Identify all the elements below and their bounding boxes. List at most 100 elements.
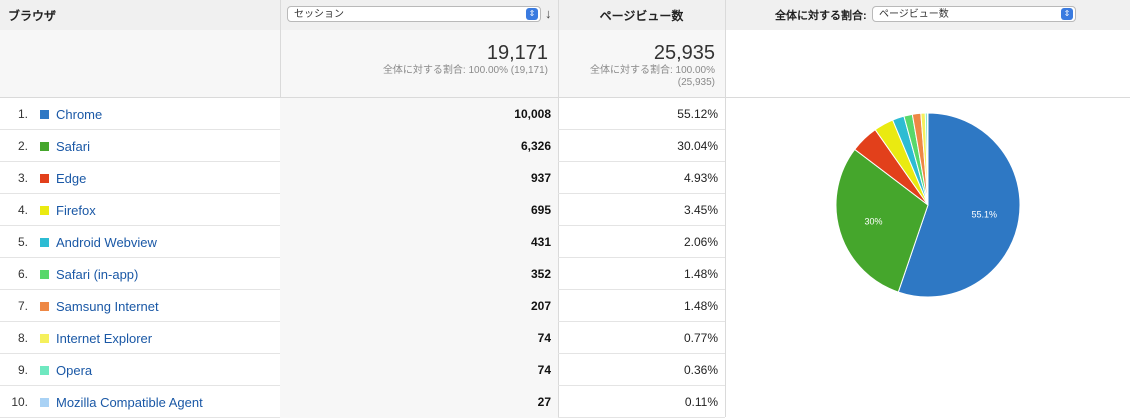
sessions-cell: 431 bbox=[280, 226, 558, 258]
row-rank: 1. bbox=[17, 107, 28, 121]
table-row: 2. Safari 6,326 30.04% bbox=[0, 130, 725, 162]
pageviews-pct: 2.06% bbox=[683, 235, 718, 249]
pageviews-pct: 0.36% bbox=[683, 363, 718, 377]
pageviews-cell: 3.45% bbox=[558, 194, 725, 226]
dimension-header[interactable]: ブラウザ bbox=[8, 7, 56, 24]
pageviews-cell: 0.36% bbox=[558, 354, 725, 386]
table-row: 5. Android Webview 431 2.06% bbox=[0, 226, 725, 258]
browser-link[interactable]: Safari (in-app) bbox=[56, 267, 138, 282]
sessions-value: 27 bbox=[537, 395, 551, 409]
row-rank: 5. bbox=[17, 235, 28, 249]
share-select[interactable]: ページビュー数 ⇕ bbox=[872, 6, 1076, 22]
table-row: 10. Mozilla Compatible Agent 27 0.11% bbox=[0, 386, 725, 418]
pageviews-pct: 30.04% bbox=[677, 139, 718, 153]
row-rank: 8. bbox=[17, 331, 28, 345]
report-table: ブラウザ セッション ⇕ ↓ ページビュー数 全体に対する割合: ページビュー数… bbox=[0, 0, 1130, 418]
share-label: 全体に対する割合: bbox=[775, 10, 867, 22]
table-row: 8. Internet Explorer 74 0.77% bbox=[0, 322, 725, 354]
table-row: 9. Opera 74 0.36% bbox=[0, 354, 725, 386]
series-color-swatch bbox=[40, 174, 49, 183]
pageviews-cell: 30.04% bbox=[558, 130, 725, 162]
pageviews-header[interactable]: ページビュー数 bbox=[558, 7, 725, 24]
pageviews-cell: 1.48% bbox=[558, 258, 725, 290]
table-row: 1. Chrome 10,008 55.12% bbox=[0, 98, 725, 130]
browser-link[interactable]: Android Webview bbox=[56, 235, 157, 250]
sessions-total-share: 全体に対する割合: 100.00% (19,171) bbox=[382, 65, 548, 76]
row-rank: 7. bbox=[17, 299, 28, 313]
sessions-value: 10,008 bbox=[514, 107, 551, 121]
pageviews-total: 25,935 bbox=[653, 42, 715, 64]
metric-select[interactable]: セッション ⇕ bbox=[287, 6, 541, 22]
sessions-cell: 6,326 bbox=[280, 130, 558, 162]
pageviews-pct: 1.48% bbox=[683, 299, 718, 313]
row-rank: 9. bbox=[17, 363, 28, 377]
sessions-value: 695 bbox=[530, 203, 551, 217]
browser-link[interactable]: Mozilla Compatible Agent bbox=[56, 395, 203, 410]
browser-link[interactable]: Internet Explorer bbox=[56, 331, 152, 346]
row-rank: 4. bbox=[17, 203, 28, 217]
sessions-cell: 74 bbox=[280, 354, 558, 386]
series-color-swatch bbox=[40, 398, 49, 407]
metric-select-value: セッション bbox=[294, 9, 344, 20]
pageviews-total-share: 全体に対する割合: 100.00% bbox=[589, 65, 715, 76]
series-color-swatch bbox=[40, 366, 49, 375]
row-rank: 6. bbox=[17, 267, 28, 281]
sessions-value: 431 bbox=[530, 235, 551, 249]
browser-link[interactable]: Opera bbox=[56, 363, 92, 378]
series-color-swatch bbox=[40, 270, 49, 279]
pageviews-pct: 4.93% bbox=[683, 171, 718, 185]
sessions-cell: 74 bbox=[280, 322, 558, 354]
row-rank: 3. bbox=[17, 171, 28, 185]
arrow-down-icon[interactable]: ↓ bbox=[545, 6, 552, 21]
row-rank: 2. bbox=[17, 139, 28, 153]
pie-slice-label: 55.1% bbox=[972, 209, 998, 219]
pageviews-cell: 55.12% bbox=[558, 98, 725, 130]
table-row: 3. Edge 937 4.93% bbox=[0, 162, 725, 194]
pageviews-cell: 0.11% bbox=[558, 386, 725, 418]
table-row: 6. Safari (in-app) 352 1.48% bbox=[0, 258, 725, 290]
pageviews-cell: 4.93% bbox=[558, 162, 725, 194]
pie-chart: 55.1% 30% bbox=[835, 112, 1021, 298]
pageviews-pct: 0.77% bbox=[683, 331, 718, 345]
sessions-cell: 207 bbox=[280, 290, 558, 322]
pageviews-cell: 1.48% bbox=[558, 290, 725, 322]
browser-link[interactable]: Chrome bbox=[56, 107, 102, 122]
pie-slice-label: 30% bbox=[864, 217, 882, 227]
pageviews-pct: 1.48% bbox=[683, 267, 718, 281]
sessions-cell: 10,008 bbox=[280, 98, 558, 130]
series-color-swatch bbox=[40, 238, 49, 247]
sessions-cell: 27 bbox=[280, 386, 558, 418]
row-rank: 10. bbox=[11, 395, 28, 409]
sessions-value: 207 bbox=[530, 299, 551, 313]
pie-slice-mozilla-compatible-agent[interactable] bbox=[926, 112, 929, 206]
updown-chevron-icon: ⇕ bbox=[1061, 8, 1073, 20]
series-color-swatch bbox=[40, 334, 49, 343]
sessions-cell: 937 bbox=[280, 162, 558, 194]
series-color-swatch bbox=[40, 206, 49, 215]
series-color-swatch bbox=[40, 302, 49, 311]
series-color-swatch bbox=[40, 142, 49, 151]
browser-link[interactable]: Firefox bbox=[56, 203, 96, 218]
browser-link[interactable]: Edge bbox=[56, 171, 86, 186]
series-color-swatch bbox=[40, 110, 49, 119]
sessions-value: 352 bbox=[530, 267, 551, 281]
browser-link[interactable]: Safari bbox=[56, 139, 90, 154]
browser-link[interactable]: Samsung Internet bbox=[56, 299, 159, 314]
table-row: 7. Samsung Internet 207 1.48% bbox=[0, 290, 725, 322]
sessions-value: 937 bbox=[530, 171, 551, 185]
pageviews-pct: 55.12% bbox=[677, 107, 718, 121]
sessions-total: 19,171 bbox=[486, 42, 548, 64]
sessions-cell: 352 bbox=[280, 258, 558, 290]
share-select-value: ページビュー数 bbox=[879, 9, 949, 20]
pageviews-cell: 2.06% bbox=[558, 226, 725, 258]
pageviews-total-count: (25,935) bbox=[677, 77, 715, 88]
pageviews-cell: 0.77% bbox=[558, 322, 725, 354]
sessions-cell: 695 bbox=[280, 194, 558, 226]
updown-chevron-icon: ⇕ bbox=[526, 8, 538, 20]
sessions-value: 74 bbox=[537, 331, 551, 345]
pageviews-pct: 3.45% bbox=[683, 203, 718, 217]
table-row: 4. Firefox 695 3.45% bbox=[0, 194, 725, 226]
sessions-value: 74 bbox=[537, 363, 551, 377]
pageviews-pct: 0.11% bbox=[684, 395, 718, 409]
sessions-value: 6,326 bbox=[520, 139, 551, 153]
